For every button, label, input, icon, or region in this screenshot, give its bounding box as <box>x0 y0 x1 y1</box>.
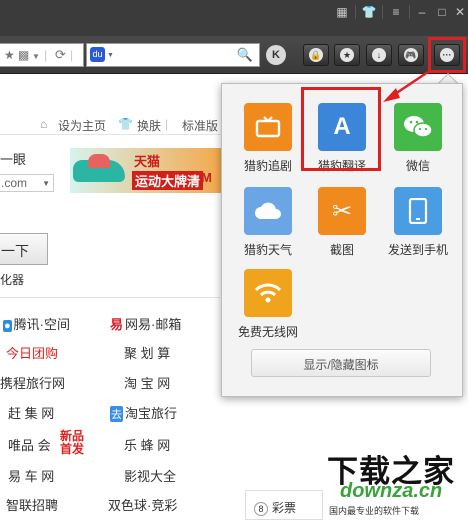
app-label: 猎豹追剧 <box>243 159 292 173</box>
wifi-icon <box>244 269 292 317</box>
app-weather[interactable]: 猎豹天气 <box>230 187 306 259</box>
menu-icon[interactable]: ≡ <box>386 3 406 21</box>
app-send-to-phone[interactable]: 发送到手机 <box>380 187 456 259</box>
ad-banner[interactable]: 天猫 TMALL.COM 运动大牌清 <box>70 148 230 193</box>
lock-icon[interactable]: 🔒 <box>303 44 329 66</box>
domain-value: .com <box>1 176 28 190</box>
phone-icon <box>394 187 442 235</box>
app-label: 猎豹天气 <box>243 243 292 257</box>
scissors-icon: ✂ <box>318 187 366 235</box>
app-wechat[interactable]: 微信 <box>380 103 456 175</box>
text-fragment: 一眼 <box>0 152 27 167</box>
search-icon[interactable]: 🔍 <box>237 47 253 63</box>
watermark-tagline: 国内最专业的软件下载 <box>329 506 420 516</box>
app-label: 发送到手机 <box>387 243 448 257</box>
divider: | <box>165 117 169 131</box>
dropdown-icon: ▼ <box>42 179 50 188</box>
baidu-icon[interactable]: du <box>90 47 105 62</box>
link-item[interactable]: 智联招聘 <box>6 495 58 514</box>
app-label: 免费无线网 <box>237 325 298 339</box>
separator <box>382 5 383 19</box>
close-icon[interactable]: ✕ <box>450 3 468 21</box>
gamepad-icon[interactable]: 🎮 <box>398 44 424 66</box>
link-item[interactable]: 今日团购 <box>6 343 58 362</box>
skin-link[interactable]: 换肤 <box>137 117 161 134</box>
app-free-wifi[interactable]: 免费无线网 <box>230 269 306 341</box>
link-item[interactable]: 易网易·邮箱 <box>110 314 181 333</box>
search-button[interactable]: 一下 <box>0 233 48 265</box>
separator <box>355 5 356 19</box>
title-bar: ▦ 👕 ≡ – □ ✕ <box>0 0 468 36</box>
app-label: 截图 <box>329 243 354 257</box>
link-item[interactable]: 去淘宝旅行 <box>110 403 177 422</box>
domain-select[interactable]: .com ▼ <box>0 174 54 192</box>
maximize-icon[interactable]: □ <box>432 3 452 21</box>
link-item[interactable]: ● 腾讯·空间 <box>3 314 70 333</box>
ad-slogan: 运动大牌清 <box>132 171 204 190</box>
star-icon[interactable]: ★ <box>334 44 360 66</box>
hot-badge: 新品首发 <box>60 429 85 456</box>
qrcode-icon[interactable]: ▩ <box>18 48 29 62</box>
highlight-translate <box>301 87 381 171</box>
shirt-icon: 👕 <box>118 117 133 131</box>
lottery-num: 8 <box>254 502 268 516</box>
highlight-more-button <box>428 37 466 73</box>
link-item[interactable]: 双色球·竞彩 <box>108 495 177 514</box>
app-screenshot[interactable]: ✂ 截图 <box>304 187 380 259</box>
lottery-link[interactable]: 8 彩票 <box>245 490 323 520</box>
app-video[interactable]: 猎豹追剧 <box>230 103 306 175</box>
standard-link[interactable]: 标准版 <box>182 117 218 134</box>
download-icon[interactable]: ↓ <box>366 44 392 66</box>
text-fragment: 化器 <box>0 273 25 287</box>
link-item[interactable]: 聚 划 算 <box>124 343 170 362</box>
search-input[interactable]: du ▼ 🔍 <box>86 43 260 67</box>
link-item[interactable]: 唯品 会 <box>8 435 51 454</box>
link-item[interactable]: 影视大全 <box>124 466 176 485</box>
netease-icon: 易 <box>110 317 124 332</box>
tv-icon <box>244 103 292 151</box>
dropdown-icon[interactable]: ▼ <box>107 52 114 59</box>
dropdown-icon[interactable]: ▼ <box>32 52 40 61</box>
refresh-icon[interactable]: ⟳ <box>55 47 66 63</box>
app-label: 微信 <box>405 159 430 173</box>
page-topbar: ⌂ 设为主页 👕 换肤 | 标准版 <box>0 111 230 135</box>
qq-icon: ● <box>3 320 12 332</box>
divider: | <box>70 48 74 62</box>
wechat-icon <box>394 103 442 151</box>
toggle-icons-button[interactable]: 显示/隐藏图标 <box>251 349 431 377</box>
address-bar[interactable]: ★ ▩ ▼ | ⟳ | <box>0 43 84 67</box>
link-item[interactable]: 携程旅行网 <box>0 373 65 392</box>
shoe-image <box>88 154 110 168</box>
divider: | <box>44 48 48 62</box>
link-item[interactable]: 淘 宝 网 <box>124 373 170 392</box>
link-item[interactable]: 易 车 网 <box>8 466 54 485</box>
shirt-icon[interactable]: 👕 <box>359 3 379 21</box>
separator <box>409 5 410 19</box>
grid-icon[interactable]: ▦ <box>332 3 352 21</box>
toolbar: ★ ▩ ▼ | ⟳ | du ▼ 🔍 K 🔒 ★ ↓ 🎮 ··· <box>0 36 468 74</box>
star-icon[interactable]: ★ <box>4 48 15 62</box>
nav-links: ● 腾讯·空间 易网易·邮箱 今日团购 聚 划 算 携程旅行网 淘 宝 网 赶 集… <box>0 297 220 520</box>
taobao-travel-icon: 去 <box>110 406 123 422</box>
k-icon[interactable]: K <box>266 45 286 65</box>
home-icon: ⌂ <box>40 117 48 131</box>
link-item[interactable]: 乐 蜂 网 <box>124 435 170 454</box>
set-home-link[interactable]: 设为主页 <box>58 117 106 134</box>
link-item[interactable]: 赶 集 网 <box>8 403 54 422</box>
watermark-domain: downza.cn <box>340 480 443 502</box>
weather-icon <box>244 187 292 235</box>
minimize-icon[interactable]: – <box>412 3 432 21</box>
lottery-label: 彩票 <box>272 501 297 515</box>
